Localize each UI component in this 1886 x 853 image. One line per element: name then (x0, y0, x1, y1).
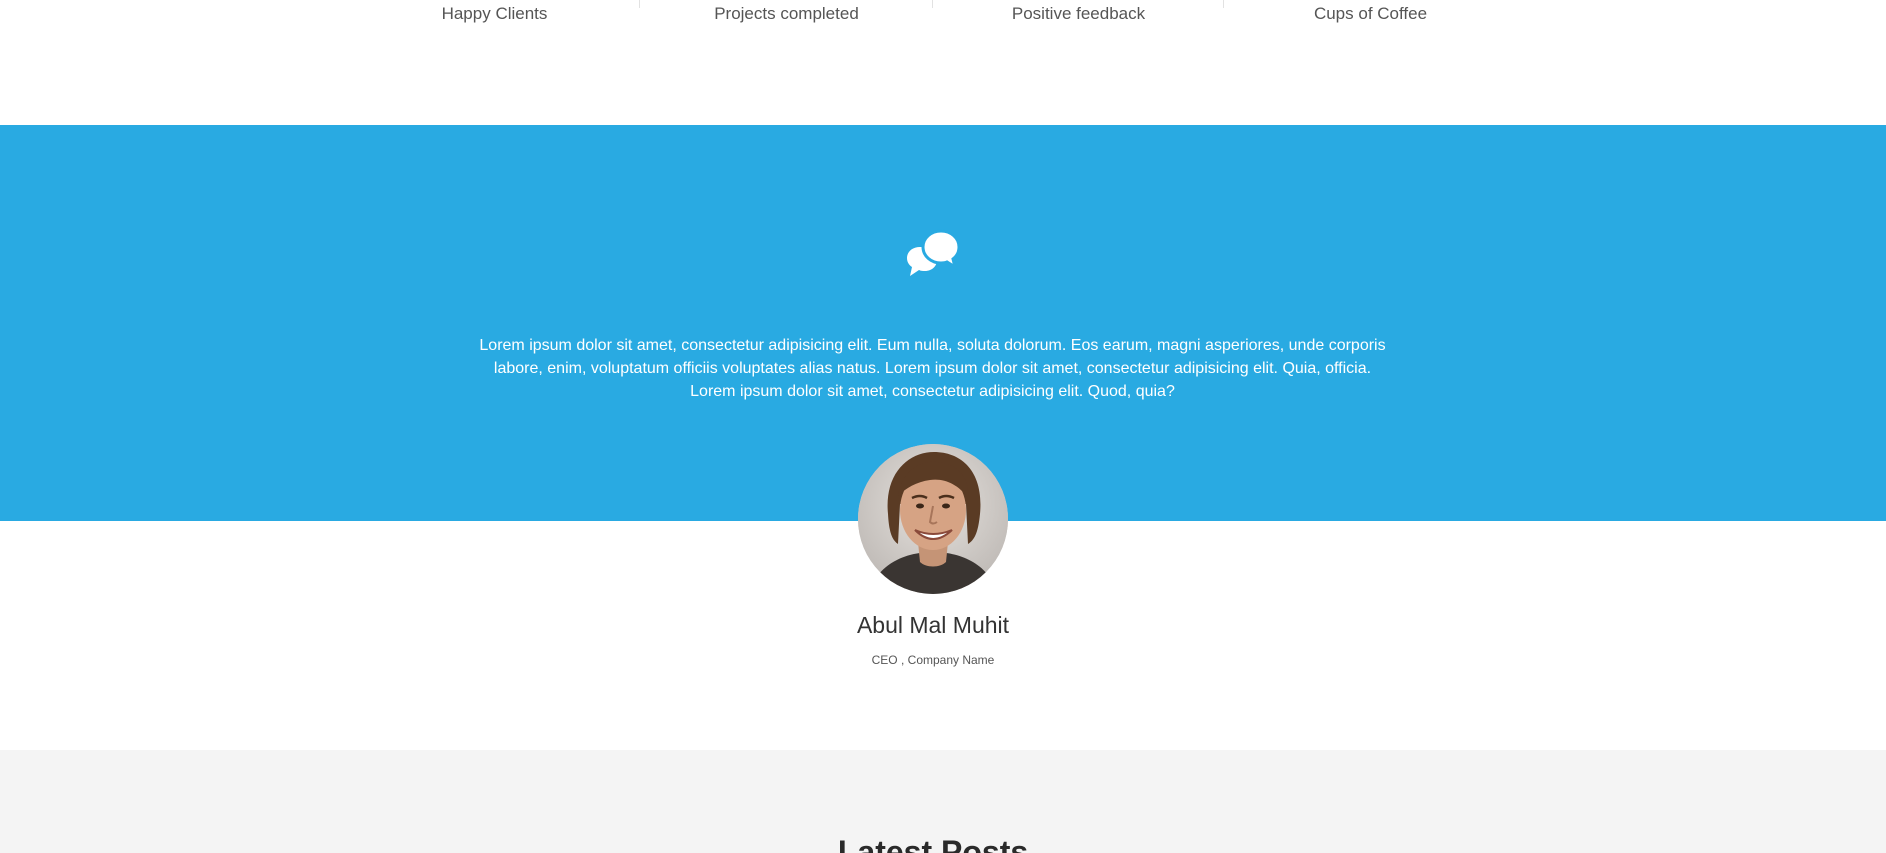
stat-label: Projects completed (714, 4, 859, 23)
latest-posts-title: Latest Posts (837, 834, 1029, 853)
stats-row: Happy Clients Projects completed Positiv… (0, 0, 1886, 40)
stat-projects-completed: Projects completed (674, 0, 899, 28)
author-role: CEO , Company Name (871, 653, 995, 667)
author-avatar (858, 444, 1008, 594)
stat-divider (639, 0, 640, 8)
page: Happy Clients Projects completed Positiv… (0, 0, 1886, 853)
viewport: Happy Clients Projects completed Positiv… (0, 0, 1886, 853)
stat-cups-of-coffee: Cups of Coffee (1258, 0, 1483, 28)
stat-positive-feedback: Positive feedback (966, 0, 1191, 28)
stat-divider (932, 0, 933, 8)
author-name: Abul Mal Muhit (856, 612, 1010, 638)
stat-label: Happy Clients (441, 4, 548, 23)
chat-bubbles-icon (907, 229, 961, 281)
stat-label: Cups of Coffee (1313, 4, 1428, 23)
stat-happy-clients: Happy Clients (382, 0, 607, 28)
stat-divider (1223, 0, 1224, 8)
stat-label: Positive feedback (1011, 4, 1146, 23)
testimonial-text: Lorem ipsum dolor sit amet, consectetur … (479, 337, 1386, 400)
